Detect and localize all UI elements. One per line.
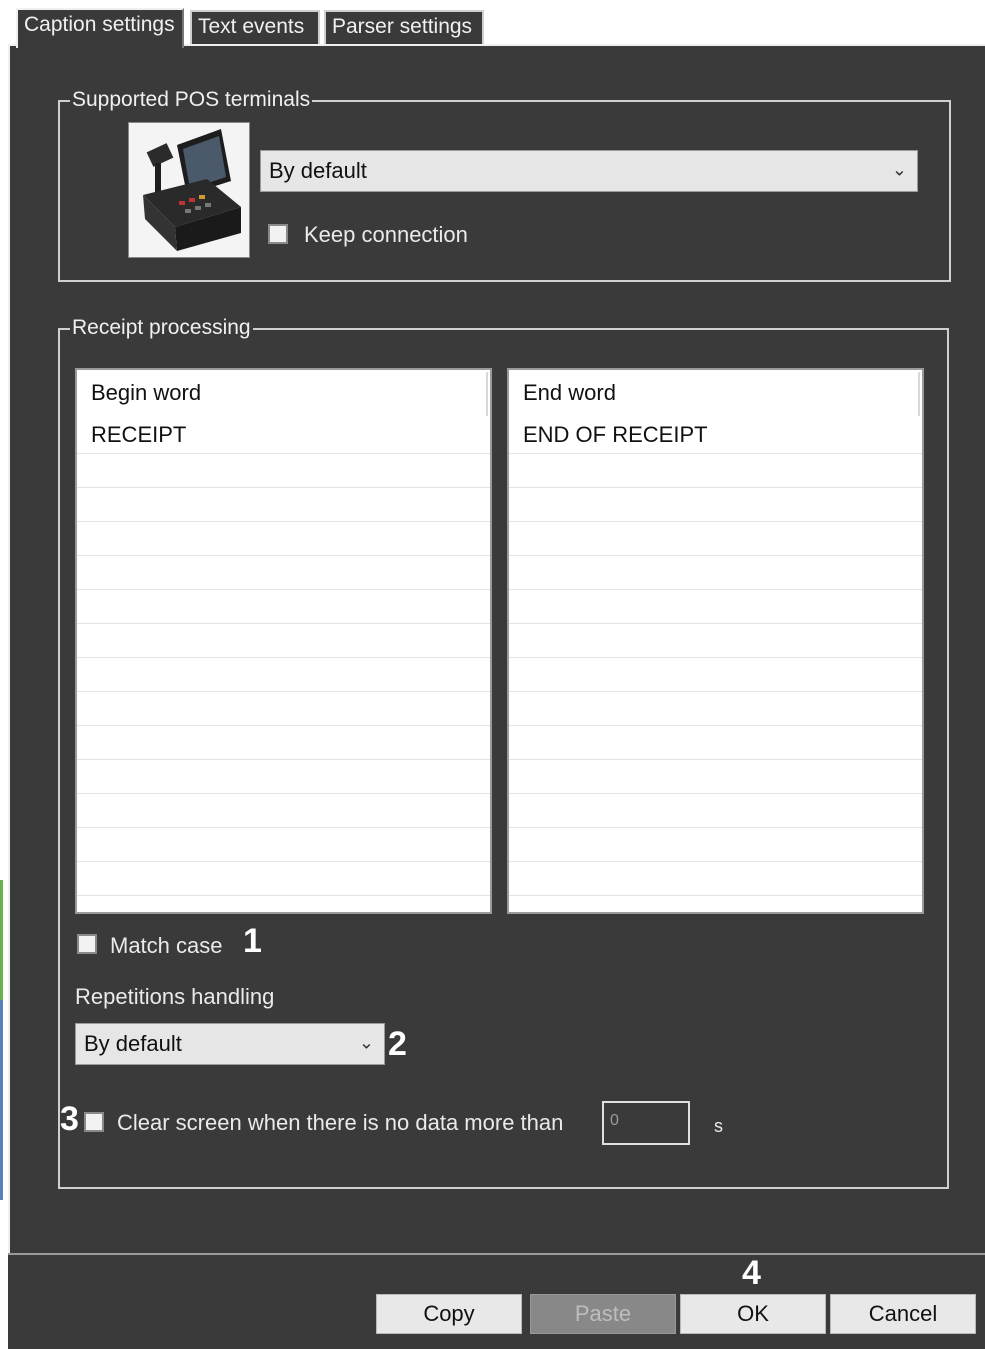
- list-row[interactable]: [77, 556, 490, 590]
- marker-1: 1: [243, 922, 262, 960]
- end-word-header: End word: [523, 380, 616, 405]
- clear-screen-checkbox[interactable]: [84, 1112, 104, 1132]
- list-row[interactable]: [509, 862, 922, 896]
- list-row[interactable]: [77, 828, 490, 862]
- match-case-label: Match case: [110, 933, 223, 958]
- list-row[interactable]: [77, 760, 490, 794]
- edge-accent-green: [0, 880, 3, 1000]
- list-row[interactable]: [509, 420, 922, 454]
- supported-pos-title: Supported POS terminals: [70, 88, 313, 112]
- list-row[interactable]: [77, 794, 490, 828]
- end-word-list[interactable]: End word END OF RECEIPT: [507, 368, 924, 914]
- repetitions-handling-label: Repetitions handling: [75, 984, 275, 1009]
- list-row[interactable]: [509, 692, 922, 726]
- cancel-button[interactable]: Cancel: [830, 1294, 976, 1334]
- list-row[interactable]: [509, 556, 922, 590]
- list-row[interactable]: [77, 420, 490, 454]
- tab-caption-settings[interactable]: Caption settings: [16, 8, 184, 48]
- seconds-unit-label: s: [714, 1116, 723, 1136]
- list-row[interactable]: [509, 488, 922, 522]
- list-row[interactable]: [509, 828, 922, 862]
- list-row[interactable]: [77, 726, 490, 760]
- left-edge: [0, 0, 8, 1347]
- repetitions-handling-select[interactable]: By default ⌄: [75, 1023, 385, 1065]
- list-row[interactable]: [509, 522, 922, 556]
- tab-parser-settings[interactable]: Parser settings: [324, 10, 484, 46]
- list-row[interactable]: [77, 488, 490, 522]
- tab-text-events[interactable]: Text events: [190, 10, 320, 46]
- begin-word-header: Begin word: [91, 380, 202, 405]
- chevron-down-icon: ⌄: [358, 1032, 374, 1053]
- match-case-checkbox[interactable]: [77, 934, 97, 954]
- marker-2: 2: [388, 1025, 407, 1063]
- column-divider: [918, 372, 920, 416]
- receipt-processing-title: Receipt processing: [70, 316, 253, 340]
- clear-screen-label: Clear screen when there is no data more …: [117, 1110, 564, 1135]
- list-row[interactable]: [509, 454, 922, 488]
- list-row[interactable]: [509, 726, 922, 760]
- pos-terminal-icon: [128, 122, 250, 258]
- list-row[interactable]: [509, 794, 922, 828]
- list-row[interactable]: [77, 658, 490, 692]
- clear-screen-seconds-input[interactable]: 0: [602, 1101, 690, 1145]
- keep-connection-checkbox[interactable]: [268, 224, 288, 244]
- edge-accent-blue: [0, 1000, 3, 1200]
- marker-3: 3: [60, 1100, 79, 1138]
- list-row[interactable]: [77, 692, 490, 726]
- list-row[interactable]: [77, 624, 490, 658]
- list-row[interactable]: [509, 760, 922, 794]
- copy-button[interactable]: Copy: [376, 1294, 522, 1334]
- paste-button[interactable]: Paste: [530, 1294, 676, 1334]
- list-row[interactable]: [77, 454, 490, 488]
- list-row[interactable]: [77, 590, 490, 624]
- list-row[interactable]: [509, 658, 922, 692]
- list-row[interactable]: [77, 862, 490, 896]
- pos-terminal-select-value: By default: [269, 158, 367, 183]
- marker-4: 4: [742, 1254, 761, 1292]
- list-row[interactable]: [509, 624, 922, 658]
- list-row[interactable]: [509, 590, 922, 624]
- list-row[interactable]: [77, 522, 490, 556]
- pos-terminal-select[interactable]: By default ⌄: [260, 150, 918, 192]
- ok-button[interactable]: OK: [680, 1294, 826, 1334]
- repetitions-handling-select-value: By default: [84, 1031, 182, 1056]
- chevron-down-icon: ⌄: [891, 159, 907, 180]
- begin-word-list[interactable]: Begin word RECEIPT: [75, 368, 492, 914]
- column-divider: [486, 372, 488, 416]
- keep-connection-label: Keep connection: [304, 222, 468, 247]
